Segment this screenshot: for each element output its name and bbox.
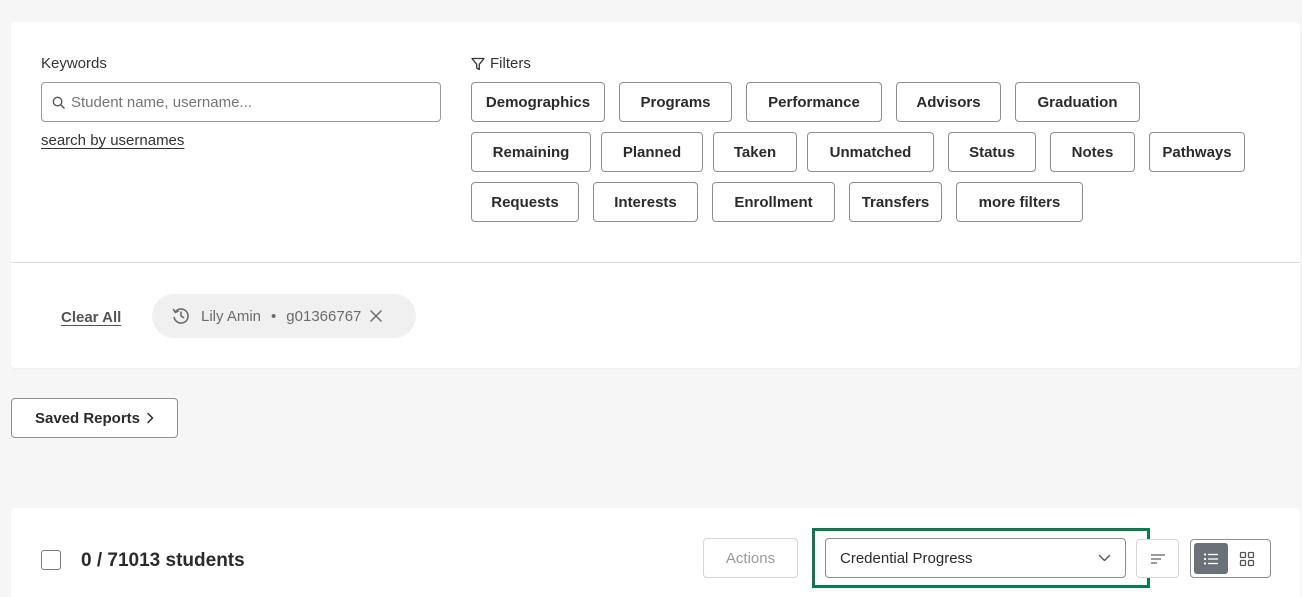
more-filters-button[interactable]: more filters xyxy=(956,182,1083,222)
close-icon xyxy=(370,310,383,322)
view-select-value: Credential Progress xyxy=(840,549,973,567)
filter-chip-requests[interactable]: Requests xyxy=(471,182,579,222)
saved-reports-label: Saved Reports xyxy=(34,409,141,427)
grid-view-button[interactable] xyxy=(1228,543,1266,574)
filter-chip-pathways[interactable]: Pathways xyxy=(1149,132,1245,172)
results-panel: 0 / 71013 students Actions Credential Pr… xyxy=(11,508,1300,597)
filter-chip-interests[interactable]: Interests xyxy=(593,182,698,222)
filters-label: Filters xyxy=(490,55,531,72)
sort-button[interactable] xyxy=(1136,539,1179,578)
keywords-label: Keywords xyxy=(41,55,107,72)
remove-filter-button[interactable] xyxy=(370,310,383,322)
filter-chip-enrollment[interactable]: Enrollment xyxy=(712,182,835,222)
pill-student-id: g01366767 xyxy=(286,307,362,325)
search-by-usernames-link[interactable]: search by usernames xyxy=(41,132,184,149)
pill-student-name: Lily Amin xyxy=(201,307,262,325)
list-icon xyxy=(1203,552,1218,565)
filter-chip-notes[interactable]: Notes xyxy=(1050,132,1135,172)
chevron-right-icon xyxy=(147,412,154,424)
saved-reports-button[interactable]: Saved Reports xyxy=(11,398,178,438)
sort-icon xyxy=(1150,553,1165,564)
search-input-wrapper[interactable] xyxy=(41,82,441,122)
clear-all-link[interactable]: Clear All xyxy=(61,309,121,326)
actions-button[interactable]: Actions xyxy=(703,538,798,578)
filter-icon xyxy=(471,57,485,70)
filter-chip-programs[interactable]: Programs xyxy=(619,82,732,122)
grid-icon xyxy=(1239,551,1255,566)
filter-chip-unmatched[interactable]: Unmatched xyxy=(807,132,934,172)
filter-chip-taken[interactable]: Taken xyxy=(713,132,797,172)
list-view-button[interactable] xyxy=(1194,543,1228,574)
filter-chip-remaining[interactable]: Remaining xyxy=(471,132,591,172)
student-count: 0 / 71013 students xyxy=(81,550,245,571)
filter-chip-performance[interactable]: Performance xyxy=(746,82,882,122)
filter-chip-graduation[interactable]: Graduation xyxy=(1015,82,1140,122)
filter-panel: Keywords search by usernames Filters Dem… xyxy=(11,22,1300,368)
filter-chip-advisors[interactable]: Advisors xyxy=(896,82,1001,122)
history-icon xyxy=(172,308,189,324)
filter-chip-transfers[interactable]: Transfers xyxy=(849,182,942,222)
filter-chip-planned[interactable]: Planned xyxy=(601,132,703,172)
search-icon xyxy=(52,96,65,109)
applied-filter-pill: Lily Amin • g01366767 xyxy=(152,294,416,338)
view-select-dropdown[interactable]: Credential Progress xyxy=(825,538,1126,578)
pill-separator: • xyxy=(271,307,277,325)
view-mode-toggle xyxy=(1190,539,1271,578)
chevron-down-icon xyxy=(1098,554,1111,562)
search-input[interactable] xyxy=(71,93,431,111)
filters-heading: Filters xyxy=(471,55,531,72)
filter-chip-demographics[interactable]: Demographics xyxy=(471,82,605,122)
select-all-checkbox[interactable] xyxy=(41,550,61,570)
filter-chip-status[interactable]: Status xyxy=(948,132,1036,172)
panel-divider xyxy=(11,262,1300,263)
